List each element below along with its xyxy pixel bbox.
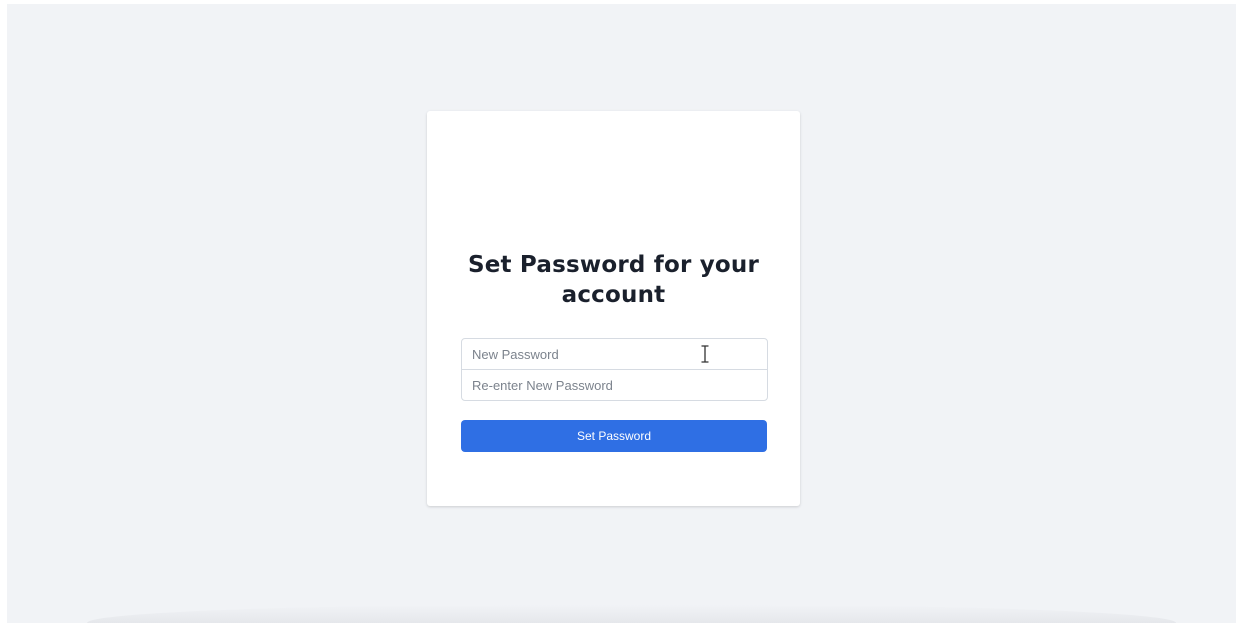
password-field-group <box>461 338 768 401</box>
set-password-button[interactable]: Set Password <box>461 420 767 452</box>
set-password-card: Set Password for your account Set Passwo… <box>427 111 800 506</box>
confirm-password-input[interactable] <box>462 369 767 400</box>
bottom-shadow <box>87 605 1176 623</box>
page-title: Set Password for your account <box>467 252 760 308</box>
text-cursor-icon <box>701 345 709 363</box>
new-password-input[interactable] <box>462 339 767 369</box>
